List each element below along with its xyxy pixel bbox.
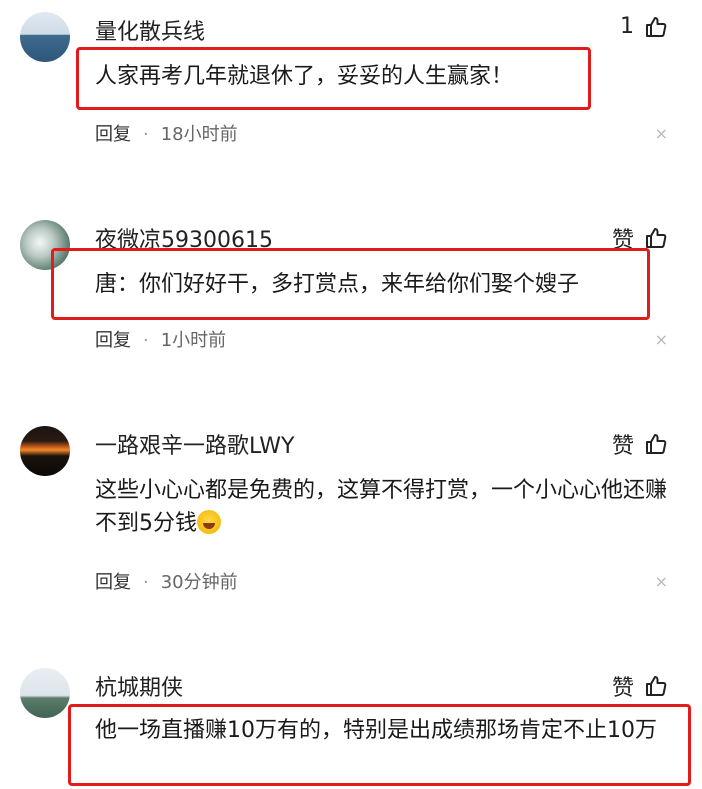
comment-item: 夜微凉59300615 赞 唐：你们好好干，多打赏点，来年给你们娶个嫂子 回复 ·… [0,200,702,410]
separator-dot: · [143,572,149,593]
separator-dot: · [143,124,149,145]
like-button[interactable]: 赞 [612,428,668,460]
comment-username[interactable]: 杭城期侠 [95,670,183,702]
separator-dot: · [143,330,149,351]
thumbs-up-icon [646,676,667,696]
laughing-emoji-icon [197,510,221,534]
reply-button[interactable]: 回复 [95,330,131,351]
comment-text: 他一场直播赚10万有的，特别是出成绩那场肯定不止10万 [95,718,657,743]
comment-username[interactable]: 量化散兵线 [95,14,205,46]
comment-item: 杭城期侠 赞 他一场直播赚10万有的，特别是出成绩那场肯定不止10万 [0,660,702,789]
thumbs-up-icon [646,434,667,454]
comment-meta: 回复 · 18小时前 [95,120,238,146]
comment-username[interactable]: 一路艰辛一路歌LWY [95,428,294,460]
reply-button[interactable]: 回复 [95,124,131,145]
comment-item: 一路艰辛一路歌LWY 赞 这些小心心都是免费的，这算不得打赏，一个小心心他还赚不… [0,410,702,660]
like-button[interactable]: 赞 [612,670,668,702]
like-label: 赞 [611,676,634,701]
like-count: 1 [620,14,634,39]
comment-item: 量化散兵线 1 人家再考几年就退休了，妥妥的人生赢家！ 回复 · 18小时前 × [0,0,702,200]
comment-time: 18小时前 [160,124,238,145]
comment-time: 30分钟前 [160,572,238,593]
comment-text: 人家再考几年就退休了，妥妥的人生赢家！ [95,64,514,89]
close-icon[interactable]: × [655,124,668,143]
avatar[interactable] [20,426,70,476]
thumbs-up-icon [646,16,667,37]
avatar[interactable] [20,668,70,718]
thumbs-up-icon [646,228,667,248]
close-icon[interactable]: × [655,330,668,349]
comment-time: 1小时前 [160,330,227,351]
close-icon[interactable]: × [655,572,668,591]
avatar[interactable] [20,12,70,62]
like-label: 赞 [611,434,634,459]
reply-button[interactable]: 回复 [95,572,131,593]
comment-text: 这些小心心都是免费的，这算不得打赏，一个小心心他还赚不到5分钱 [95,474,675,540]
comment-meta: 回复 · 1小时前 [95,326,226,352]
like-button[interactable]: 1 [620,14,668,39]
comment-text: 唐：你们好好干，多打赏点，来年给你们娶个嫂子 [95,272,580,297]
comment-meta: 回复 · 30分钟前 [95,568,238,594]
comment-text-content: 这些小心心都是免费的，这算不得打赏，一个小心心他还赚不到5分钱 [95,478,668,536]
